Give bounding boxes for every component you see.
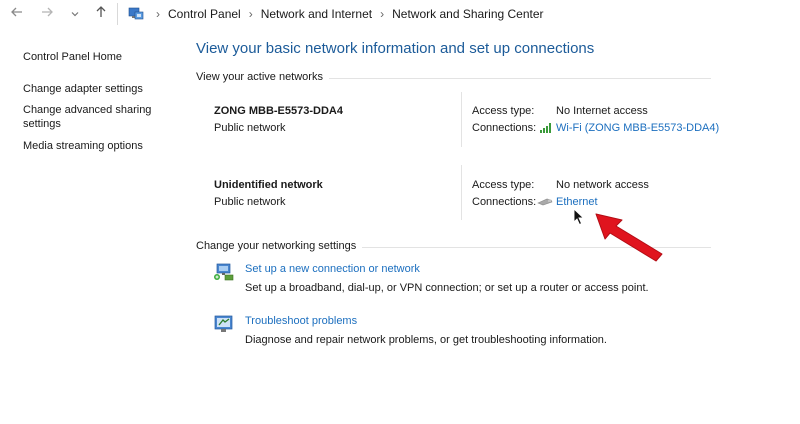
connections-label: Connections: [472,122,537,134]
wifi-connection-link[interactable]: Wi-Fi (ZONG MBB-E5573-DDA4) [556,122,719,134]
arrow-up-icon [96,6,106,17]
troubleshoot-link[interactable]: Troubleshoot problems [245,315,357,327]
network-name: ZONG MBB-E5573-DDA4 [214,105,343,117]
access-type-label: Access type: [472,105,535,117]
arrow-right-icon [42,7,53,17]
network-type[interactable]: Public network [214,122,286,134]
chevron-right-icon: › [380,7,385,21]
ethernet-connection-link[interactable]: Ethernet [556,196,598,208]
address-separator [117,3,118,25]
back-button[interactable] [8,5,26,23]
sidebar-item-change-advanced-sharing[interactable]: Change advanced sharing settings [23,103,163,131]
network-type[interactable]: Public network [214,196,286,208]
change-settings-label: Change your networking settings [196,240,363,252]
chevron-down-icon [71,12,79,17]
breadcrumb-network-sharing-center[interactable]: Network and Sharing Center [392,7,543,21]
chevron-right-icon: › [248,7,253,21]
address-bar: › Control Panel › Network and Internet ›… [0,0,800,28]
troubleshoot-description: Diagnose and repair network problems, or… [245,334,607,346]
forward-button[interactable] [38,5,56,23]
arrow-left-icon [11,7,22,17]
wifi-signal-icon [540,123,551,133]
mouse-cursor-icon [573,208,585,226]
active-networks-label: View your active networks [196,71,329,83]
page-title: View your basic network information and … [196,40,595,57]
setup-connection-link[interactable]: Set up a new connection or network [245,263,420,275]
chevron-right-icon: › [156,7,160,21]
sidebar-item-change-adapter-settings[interactable]: Change adapter settings [23,82,143,96]
sidebar-item-control-panel-home[interactable]: Control Panel Home [23,50,122,64]
network-divider [461,92,462,147]
recent-locations-button[interactable] [66,5,84,23]
breadcrumb-control-panel[interactable]: Control Panel [168,7,241,21]
access-type-value: No Internet access [556,105,648,117]
access-type-value: No network access [556,179,649,191]
access-type-label: Access type: [472,179,535,191]
sidebar-item-media-streaming[interactable]: Media streaming options [23,139,143,153]
network-name: Unidentified network [214,179,323,191]
control-panel-icon [128,7,144,20]
breadcrumb-network-internet[interactable]: Network and Internet [261,7,372,21]
up-button[interactable] [92,5,110,23]
breadcrumb: › Control Panel › Network and Internet ›… [128,6,544,22]
red-arrow-annotation-icon [595,213,663,262]
ethernet-cable-icon [537,198,553,206]
setup-connection-description: Set up a broadband, dial-up, or VPN conn… [245,282,649,294]
network-divider [461,165,462,220]
connections-label: Connections: [472,196,537,208]
troubleshoot-icon [214,315,233,332]
new-connection-icon [214,263,234,281]
